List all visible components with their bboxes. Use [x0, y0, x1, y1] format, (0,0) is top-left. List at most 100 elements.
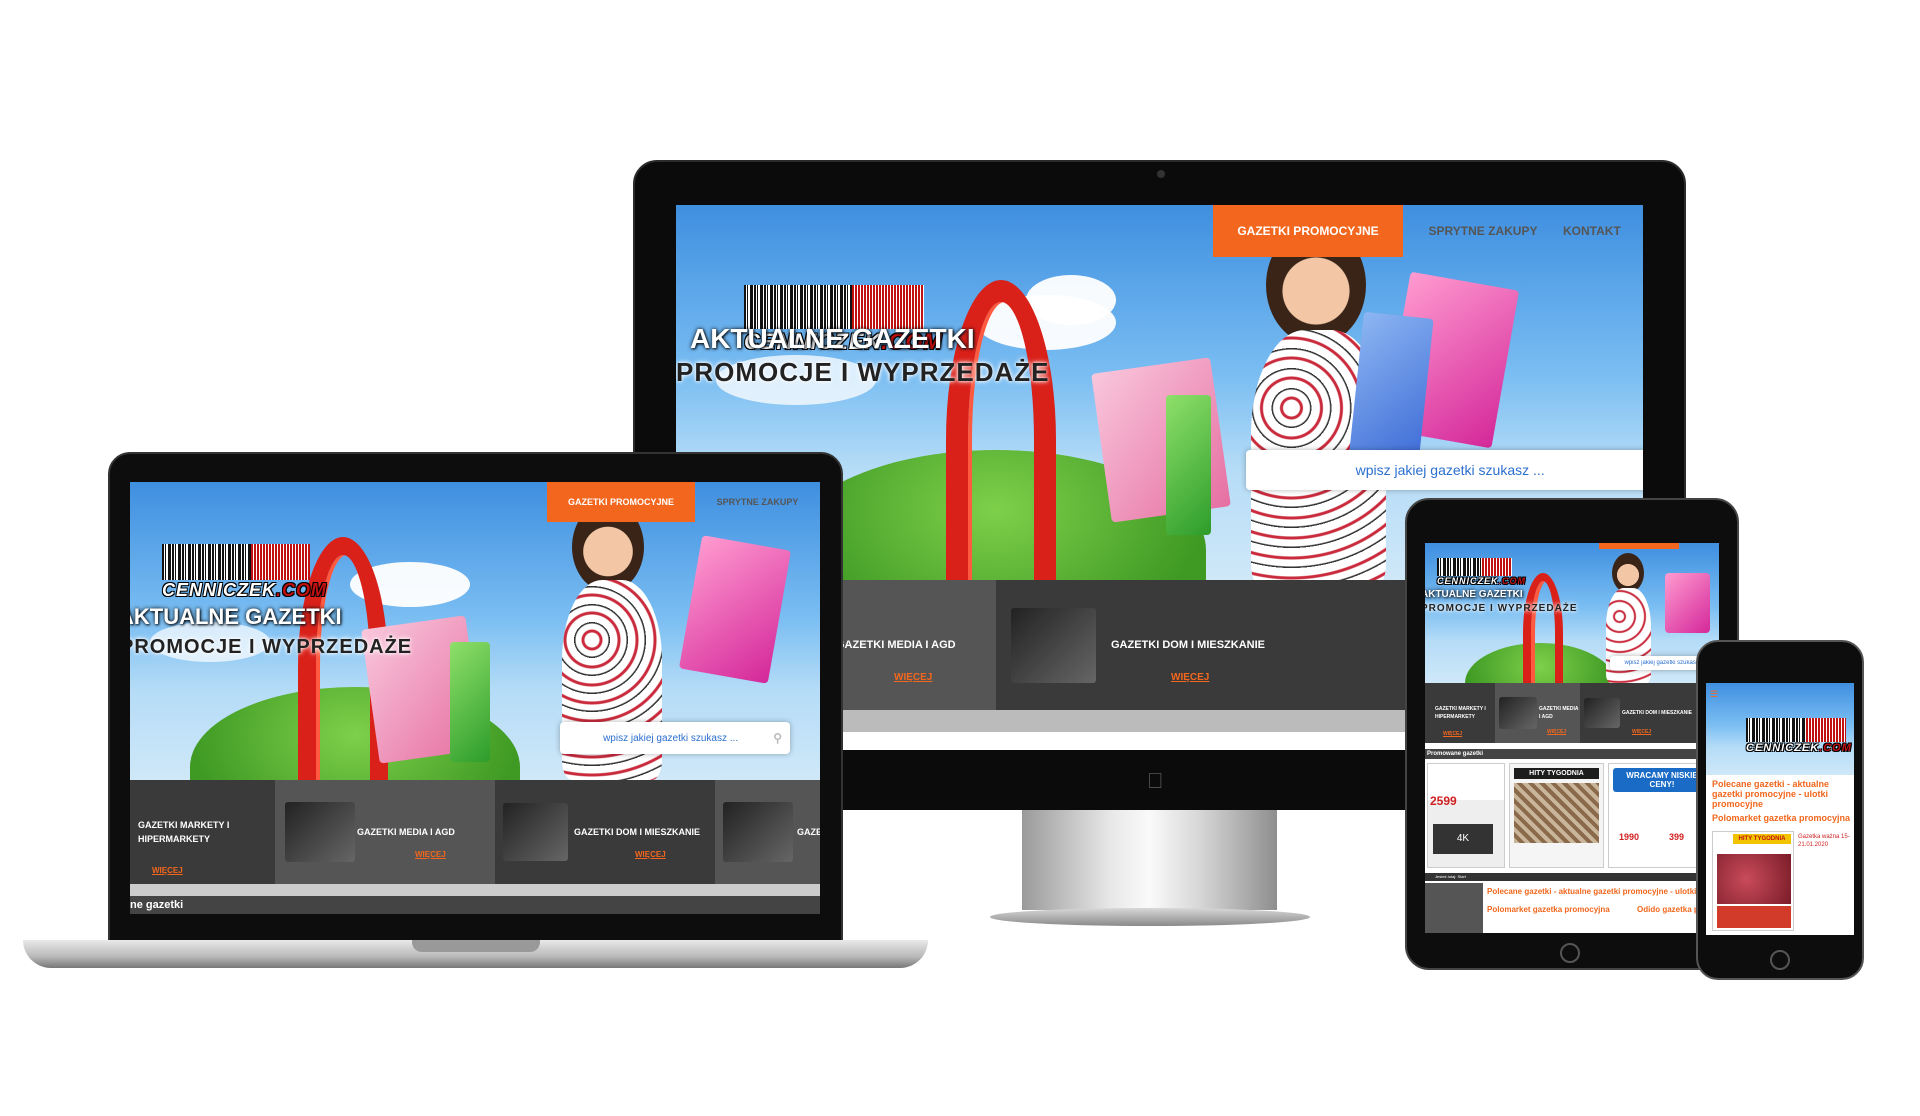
- search-input[interactable]: [1256, 462, 1643, 478]
- flyer-caption: Gazetka ważna 15-21.01.2020: [1798, 834, 1850, 848]
- search-icon[interactable]: ⚲: [773, 731, 782, 745]
- nav-sprytne-zakupy[interactable]: SPRYTNE ZAKUPY: [695, 482, 820, 522]
- category-label: GAZETKI MARKETY I HIPERMARKETY: [1435, 706, 1486, 720]
- logo-brand-text: CENNICZEK: [162, 580, 277, 600]
- hero-banner: CENNICZEK.COM AKTUALNE GAZETKI PROMOCJE …: [1425, 543, 1719, 683]
- imac-camera: [1157, 170, 1165, 178]
- section-title: ne gazetki: [130, 899, 184, 911]
- more-link[interactable]: Więcej: [1632, 729, 1651, 735]
- more-link[interactable]: Więcej: [1443, 731, 1462, 737]
- nav-sprytne-zakupy[interactable]: SPRYTNE ZAKUPY: [1403, 205, 1563, 257]
- category-label: GAZETKI DOM I MIESZKANIE: [1111, 639, 1265, 651]
- main-nav: [1599, 543, 1679, 549]
- category-media-agd[interactable]: GAZETKI MEDIA I AGD Więcej: [275, 780, 495, 884]
- breadcrumb-text: Jesteś tutaj: Start: [1435, 874, 1466, 879]
- shopping-bag: [1166, 395, 1211, 535]
- section-title: Promowane gazetki: [1427, 751, 1484, 757]
- logo-tld-text: .COM: [1498, 576, 1527, 586]
- flyer-price: 1990: [1619, 832, 1640, 842]
- more-link[interactable]: Więcej: [635, 850, 666, 859]
- category-media-agd[interactable]: GAZETKI MEDIA I AGD Więcej: [1495, 683, 1580, 743]
- main-nav: GAZETKI PROMOCYJNE SPRYTNE ZAKUPY KONTAK…: [1213, 205, 1643, 257]
- category-dom-mieszkanie[interactable]: GAZETKI DOM I MIESZKANIE Więcej: [495, 780, 715, 884]
- flyer-4k: 4K: [1433, 824, 1493, 854]
- flyer-price: 2599: [1430, 794, 1457, 808]
- apple-logo-icon: : [1147, 768, 1164, 794]
- site-logo: CENNICZEK.COM: [1746, 718, 1851, 754]
- footer-strip: [130, 884, 820, 896]
- category-markety[interactable]: GAZETKI MARKETY I HIPERMARKETY Więcej: [1425, 683, 1495, 743]
- category-label: GAZETKI MEDIA I AGD: [836, 639, 956, 651]
- shopping-bag: [678, 535, 792, 684]
- nav-kontakt[interactable]: KONTAKT: [1563, 205, 1643, 257]
- section-title-bar: ne gazetki: [130, 896, 820, 914]
- recommended-title: Polecane gazetki - aktualne gazetki prom…: [1712, 779, 1830, 809]
- hero-headline: AKTUALNE GAZETKI: [130, 604, 342, 629]
- category-label: GAZETKI DOM I MIESZKANIE: [574, 827, 700, 837]
- category-row: GAZETKI MARKETY I HIPERMARKETY Więcej GA…: [130, 780, 820, 884]
- imac-foot: [990, 908, 1310, 926]
- search-box[interactable]: ⚲: [560, 722, 790, 754]
- more-link[interactable]: Więcej: [152, 866, 183, 875]
- category-sport[interactable]: GAZETKI SPORT: [715, 780, 820, 884]
- search-box[interactable]: ⚲: [1246, 450, 1643, 490]
- flyer-thumbnail[interactable]: HITY TYGODNIA: [1509, 763, 1604, 868]
- shopping-bag: [450, 642, 490, 762]
- flyer-price: 399: [1669, 832, 1685, 842]
- more-link[interactable]: Więcej: [415, 850, 446, 859]
- category-label: GAZETKI MEDIA I AGD: [357, 827, 455, 837]
- macbook-notch: [412, 940, 540, 952]
- hero-banner: CENNICZEK.COM AKTUALNE GAZETKI PROMOCJE …: [130, 482, 820, 780]
- logo-brand-text: CENNICZEK: [1437, 576, 1499, 586]
- breadcrumb: Jesteś tutaj: Start: [1425, 873, 1719, 881]
- nav-gazetki-promocyjne[interactable]: GAZETKI PROMOCYJNE: [1213, 205, 1403, 257]
- logo-brand-text: CENNICZEK: [1746, 742, 1820, 754]
- shopping-bag: [1665, 573, 1710, 633]
- category-row: GAZETKI MARKETY I HIPERMARKETY Więcej GA…: [1425, 683, 1719, 743]
- macbook-screen: CENNICZEK.COM AKTUALNE GAZETKI PROMOCJE …: [130, 482, 820, 914]
- flyer-link[interactable]: Polomarket gazetka promocyjna: [1712, 813, 1850, 823]
- imac-stand: [1022, 810, 1277, 910]
- category-label: GAZETKI SPORT: [797, 827, 820, 837]
- site-logo: CENNICZEK.COM: [1437, 558, 1525, 586]
- hero-headline: AKTUALNE GAZETKI: [690, 323, 975, 354]
- hero-subheadline: PROMOCJE I WYPRZEDAŻE: [130, 636, 413, 658]
- more-link[interactable]: Więcej: [894, 672, 932, 683]
- hero-headline: AKTUALNE GAZETKI: [1425, 589, 1523, 600]
- category-label: GAZETKI MEDIA I AGD: [1539, 706, 1579, 720]
- ipad-screen: CENNICZEK.COM AKTUALNE GAZETKI PROMOCJE …: [1425, 543, 1719, 933]
- category-label: GAZETKI MARKETY I HIPERMARKETY: [138, 820, 230, 844]
- menu-icon[interactable]: ☰: [1710, 689, 1718, 700]
- logo-tld-text: .COM: [1819, 742, 1852, 754]
- side-menu: [1425, 883, 1483, 933]
- site-logo: CENNICZEK.COM: [162, 544, 326, 601]
- red-arch: [1523, 573, 1563, 683]
- flyer-thumbnail[interactable]: HITY TYGODNIA: [1712, 831, 1794, 931]
- bike-sport-icon: [723, 802, 793, 862]
- ipad-home-button: [1560, 943, 1580, 963]
- section-title-bar: Promowane gazetki: [1425, 749, 1719, 759]
- drill-tools-icon: [1011, 607, 1096, 683]
- logo-tld-text: .COM: [276, 580, 328, 600]
- flyer-headline: HITY TYGODNIA: [1733, 834, 1791, 844]
- more-link[interactable]: Więcej: [1171, 672, 1209, 683]
- main-nav: GAZETKI PROMOCYJNE SPRYTNE ZAKUPY: [547, 482, 820, 522]
- hero-subheadline: PROMOCJE I WYPRZEDAŻE: [1425, 603, 1578, 614]
- more-link[interactable]: Więcej: [1547, 729, 1566, 735]
- nav-gazetki-promocyjne[interactable]: GAZETKI PROMOCYJNE: [547, 482, 695, 522]
- drill-tools-icon: [503, 803, 568, 861]
- iphone-screen: ☰ CENNICZEK.COM Polecane gazetki - aktua…: [1706, 683, 1854, 935]
- flyer-headline: HITY TYGODNIA: [1514, 768, 1599, 779]
- hero-banner: ☰ CENNICZEK.COM: [1706, 683, 1854, 775]
- tv-appliances-icon: [285, 802, 355, 862]
- nav-gazetki-promocyjne[interactable]: [1599, 543, 1679, 549]
- tv-appliances-icon: [1499, 697, 1537, 729]
- recommended-title: Polecane gazetki - aktualne gazetki prom…: [1487, 887, 1719, 896]
- flyer-link[interactable]: Polomarket gazetka promocyjna: [1487, 905, 1610, 914]
- drill-tools-icon: [1584, 698, 1620, 728]
- search-input[interactable]: [568, 732, 774, 744]
- hero-subheadline: PROMOCJE I WYPRZEDAŻE: [676, 357, 1050, 387]
- category-markety[interactable]: GAZETKI MARKETY I HIPERMARKETY Więcej: [130, 780, 275, 884]
- category-label: GAZETKI DOM I MIESZKANIE: [1622, 710, 1692, 716]
- flyer-thumbnail[interactable]: 2599 4K: [1427, 763, 1505, 868]
